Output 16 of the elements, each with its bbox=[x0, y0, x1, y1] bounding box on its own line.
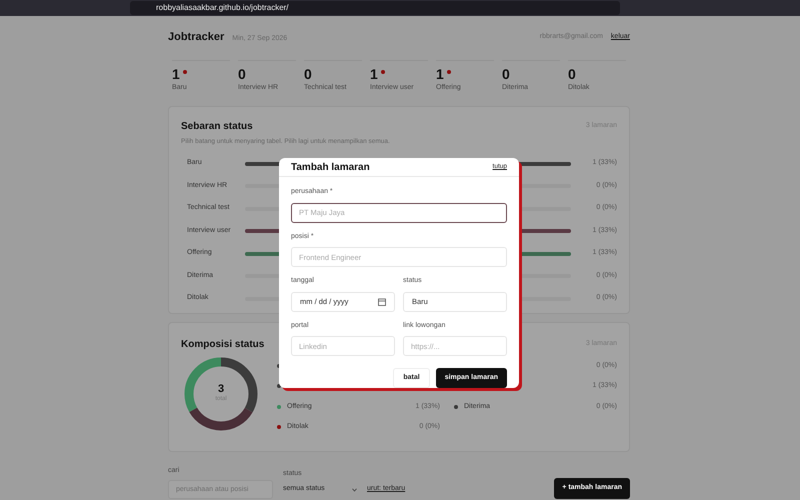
stat-count: 1 bbox=[436, 67, 444, 81]
stat-count: 0 bbox=[304, 67, 312, 81]
chevron-down-icon bbox=[352, 488, 357, 492]
url-text: robbyaliasaakbar.github.io/jobtracker/ bbox=[156, 2, 289, 14]
app-title: Jobtracker bbox=[168, 30, 224, 45]
calendar-icon bbox=[378, 298, 386, 306]
stat-count: 1 bbox=[370, 67, 378, 81]
stat-count: 0 bbox=[238, 67, 246, 81]
stat-count: 0 bbox=[502, 67, 510, 81]
dialog-title: Tambah lamaran bbox=[291, 160, 370, 174]
card-title: Komposisi status bbox=[181, 338, 264, 352]
card-title: Sebaran status bbox=[181, 120, 253, 134]
address-bar[interactable]: robbyaliasaakbar.github.io/jobtracker/ bbox=[130, 1, 620, 15]
donut-total: 3 bbox=[218, 384, 224, 394]
stat-count: 1 bbox=[172, 67, 180, 81]
stat-count: 0 bbox=[568, 67, 576, 81]
